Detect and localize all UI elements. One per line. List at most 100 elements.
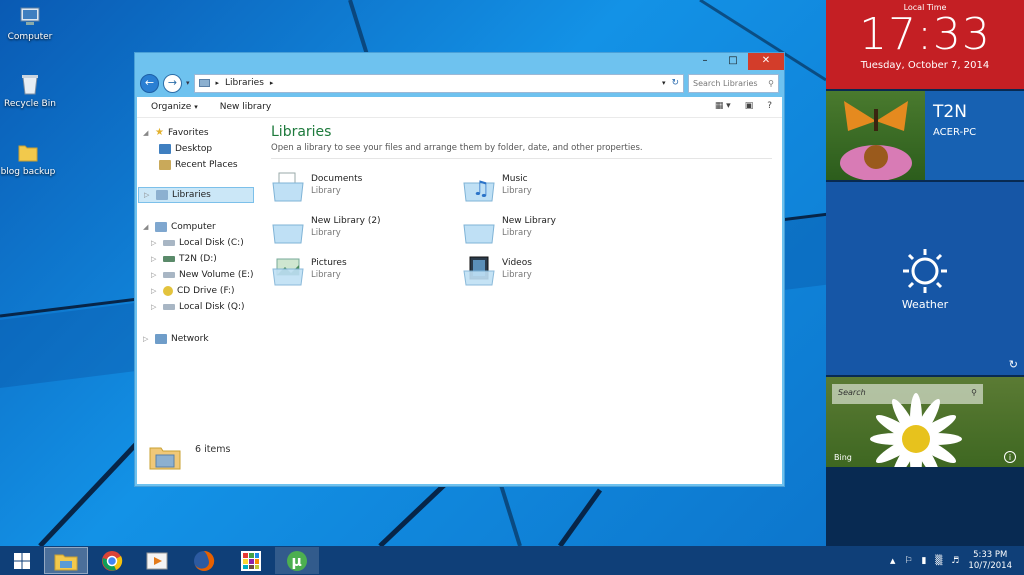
computer-icon xyxy=(18,5,42,29)
help-button[interactable]: ? xyxy=(767,101,772,111)
organize-menu[interactable]: Organize ▾ xyxy=(151,102,198,112)
info-icon[interactable]: i xyxy=(1004,451,1016,463)
preview-pane-icon[interactable]: ▣ xyxy=(745,101,754,111)
nav-favorites[interactable]: ◢ ★ Favorites xyxy=(143,125,209,141)
bing-search-input[interactable]: Search ⚲ xyxy=(832,384,983,404)
new-library-button[interactable]: New library xyxy=(220,102,271,112)
action-center-icon[interactable]: ⚐ xyxy=(904,556,912,566)
library-item-videos[interactable]: Videos Library xyxy=(462,255,642,291)
address-toolbar: ← → ▾ ▸ Libraries ▸ ▾ ↻ Search Libraries… xyxy=(137,71,782,95)
expand-arrow-icon[interactable]: ▷ xyxy=(151,251,159,267)
desktop-folder-icon xyxy=(159,144,171,154)
clock-tile[interactable]: Local Time 17:33 Tuesday, October 7, 201… xyxy=(826,0,1024,89)
collapse-arrow-icon[interactable]: ◢ xyxy=(143,219,151,235)
refresh-icon[interactable]: ↻ xyxy=(1009,358,1018,371)
taskbar-apps[interactable] xyxy=(229,547,273,574)
back-button[interactable]: ← xyxy=(140,73,159,93)
maximize-button[interactable]: □ xyxy=(720,53,746,70)
search-box[interactable]: Search Libraries ⚲ xyxy=(688,73,779,93)
taskbar-date: 10/7/2014 xyxy=(968,560,1012,571)
weather-tile[interactable]: Weather ↻ xyxy=(826,182,1024,375)
expand-arrow-icon[interactable]: ▷ xyxy=(151,299,159,315)
show-hidden-icons-icon[interactable]: ▲ xyxy=(890,557,895,565)
library-item-pictures[interactable]: Pictures Library xyxy=(271,255,451,291)
address-text[interactable]: Libraries xyxy=(225,78,264,88)
windows-logo-icon xyxy=(14,552,30,569)
nav-drive-c[interactable]: ▷ Local Disk (C:) xyxy=(151,235,244,251)
desktop-icon-computer[interactable]: Computer xyxy=(0,5,60,42)
chevron-down-icon: ▾ xyxy=(194,103,198,111)
library-item-new-library[interactable]: New Library Library xyxy=(462,213,642,249)
media-player-icon xyxy=(146,552,168,569)
taskbar-utorrent[interactable]: µ xyxy=(275,547,319,574)
library-name: New Library xyxy=(502,216,556,226)
desktop-icon-blog-backup[interactable]: blog backup xyxy=(0,140,58,177)
user-tile[interactable]: T2N ACER-PC xyxy=(826,91,1024,181)
desktop-icon-recycle-bin[interactable]: Recycle Bin xyxy=(0,72,60,109)
taskbar-chrome[interactable] xyxy=(90,547,134,574)
videos-library-icon xyxy=(462,255,496,287)
nav-label: Local Disk (Q:) xyxy=(179,302,245,312)
expand-arrow-icon[interactable]: ▷ xyxy=(144,187,152,203)
nav-recent-places[interactable]: Recent Places xyxy=(159,157,238,173)
user-name: T2N xyxy=(933,102,967,122)
expand-arrow-icon[interactable]: ▷ xyxy=(151,267,159,283)
expand-arrow-icon[interactable]: ▷ xyxy=(151,235,159,251)
taskbar-clock[interactable]: 5:33 PM 10/7/2014 xyxy=(968,550,1012,572)
library-type: Library xyxy=(502,186,532,196)
nav-libraries[interactable]: ▷ Libraries xyxy=(138,187,254,203)
divider xyxy=(271,158,772,159)
nav-label: Libraries xyxy=(172,190,211,200)
nav-drive-f[interactable]: ▷ CD Drive (F:) xyxy=(151,283,234,299)
minimize-button[interactable]: – xyxy=(692,53,718,70)
pictures-library-icon xyxy=(271,255,305,287)
libraries-large-icon xyxy=(149,442,181,470)
library-name: Videos xyxy=(502,258,532,268)
nav-drive-q[interactable]: ▷ Local Disk (Q:) xyxy=(151,299,245,315)
nav-drive-e[interactable]: ▷ New Volume (E:) xyxy=(151,267,254,283)
close-button[interactable]: ✕ xyxy=(748,53,784,70)
search-icon[interactable]: ⚲ xyxy=(971,388,977,400)
network-icon[interactable]: ▒ xyxy=(935,556,942,566)
battery-icon[interactable]: ▮ xyxy=(921,556,926,566)
nav-drive-d[interactable]: ▷ T2N (D:) xyxy=(151,251,217,267)
network-icon xyxy=(155,334,167,344)
taskbar-media-player[interactable] xyxy=(135,547,179,574)
collapse-arrow-icon[interactable]: ◢ xyxy=(143,125,151,141)
address-bar[interactable]: ▸ Libraries ▸ ▾ ↻ xyxy=(193,73,684,93)
bing-label: Bing xyxy=(834,453,852,462)
taskbar-time: 5:33 PM xyxy=(973,549,1008,560)
library-item-new-library-2[interactable]: New Library (2) Library xyxy=(271,213,451,249)
library-item-documents[interactable]: Documents Library xyxy=(271,171,451,207)
bing-tile[interactable]: Search ⚲ Bing i xyxy=(826,377,1024,467)
nav-network[interactable]: ▷ Network xyxy=(143,331,209,347)
svg-text:µ: µ xyxy=(292,554,302,570)
star-icon: ★ xyxy=(155,127,164,138)
recent-locations-dropdown[interactable]: ▾ xyxy=(186,79,190,87)
taskbar: µ ▲ ⚐ ▮ ▒ ♬ 5:33 PM 10/7/2014 xyxy=(0,546,1024,575)
desktop-icon-label: Computer xyxy=(7,32,53,42)
expand-arrow-icon[interactable]: ▷ xyxy=(143,331,151,347)
page-title: Libraries xyxy=(271,124,332,140)
start-button[interactable] xyxy=(0,547,44,574)
library-name: Music xyxy=(502,174,528,184)
explorer-window: – □ ✕ ← → ▾ ▸ Libraries ▸ ▾ ↻ Search Lib… xyxy=(134,52,785,487)
taskbar-firefox[interactable] xyxy=(182,547,226,574)
volume-icon[interactable]: ♬ xyxy=(951,556,959,566)
library-item-music[interactable]: ♫ Music Library xyxy=(462,171,642,207)
nav-computer[interactable]: ◢ Computer xyxy=(143,219,216,235)
nav-desktop[interactable]: Desktop xyxy=(159,141,212,157)
navigation-pane: ◢ ★ Favorites Desktop Recent Places ▷ Li… xyxy=(137,119,267,484)
chevron-down-icon[interactable]: ▾ xyxy=(662,79,666,87)
command-bar: Organize ▾ New library ▦ ▾ ▣ ? xyxy=(137,97,782,118)
clock-date: Tuesday, October 7, 2014 xyxy=(860,60,990,71)
forward-button[interactable]: → xyxy=(163,73,182,93)
taskbar-file-explorer[interactable] xyxy=(44,547,88,574)
refresh-icon[interactable]: ↻ xyxy=(671,78,679,88)
title-bar[interactable]: – □ ✕ xyxy=(135,53,784,71)
chevron-right-icon[interactable]: ▸ xyxy=(270,79,274,87)
user-picture xyxy=(826,91,925,181)
music-library-icon: ♫ xyxy=(462,171,496,203)
expand-arrow-icon[interactable]: ▷ xyxy=(151,283,159,299)
view-options-icon[interactable]: ▦ ▾ xyxy=(715,101,731,111)
